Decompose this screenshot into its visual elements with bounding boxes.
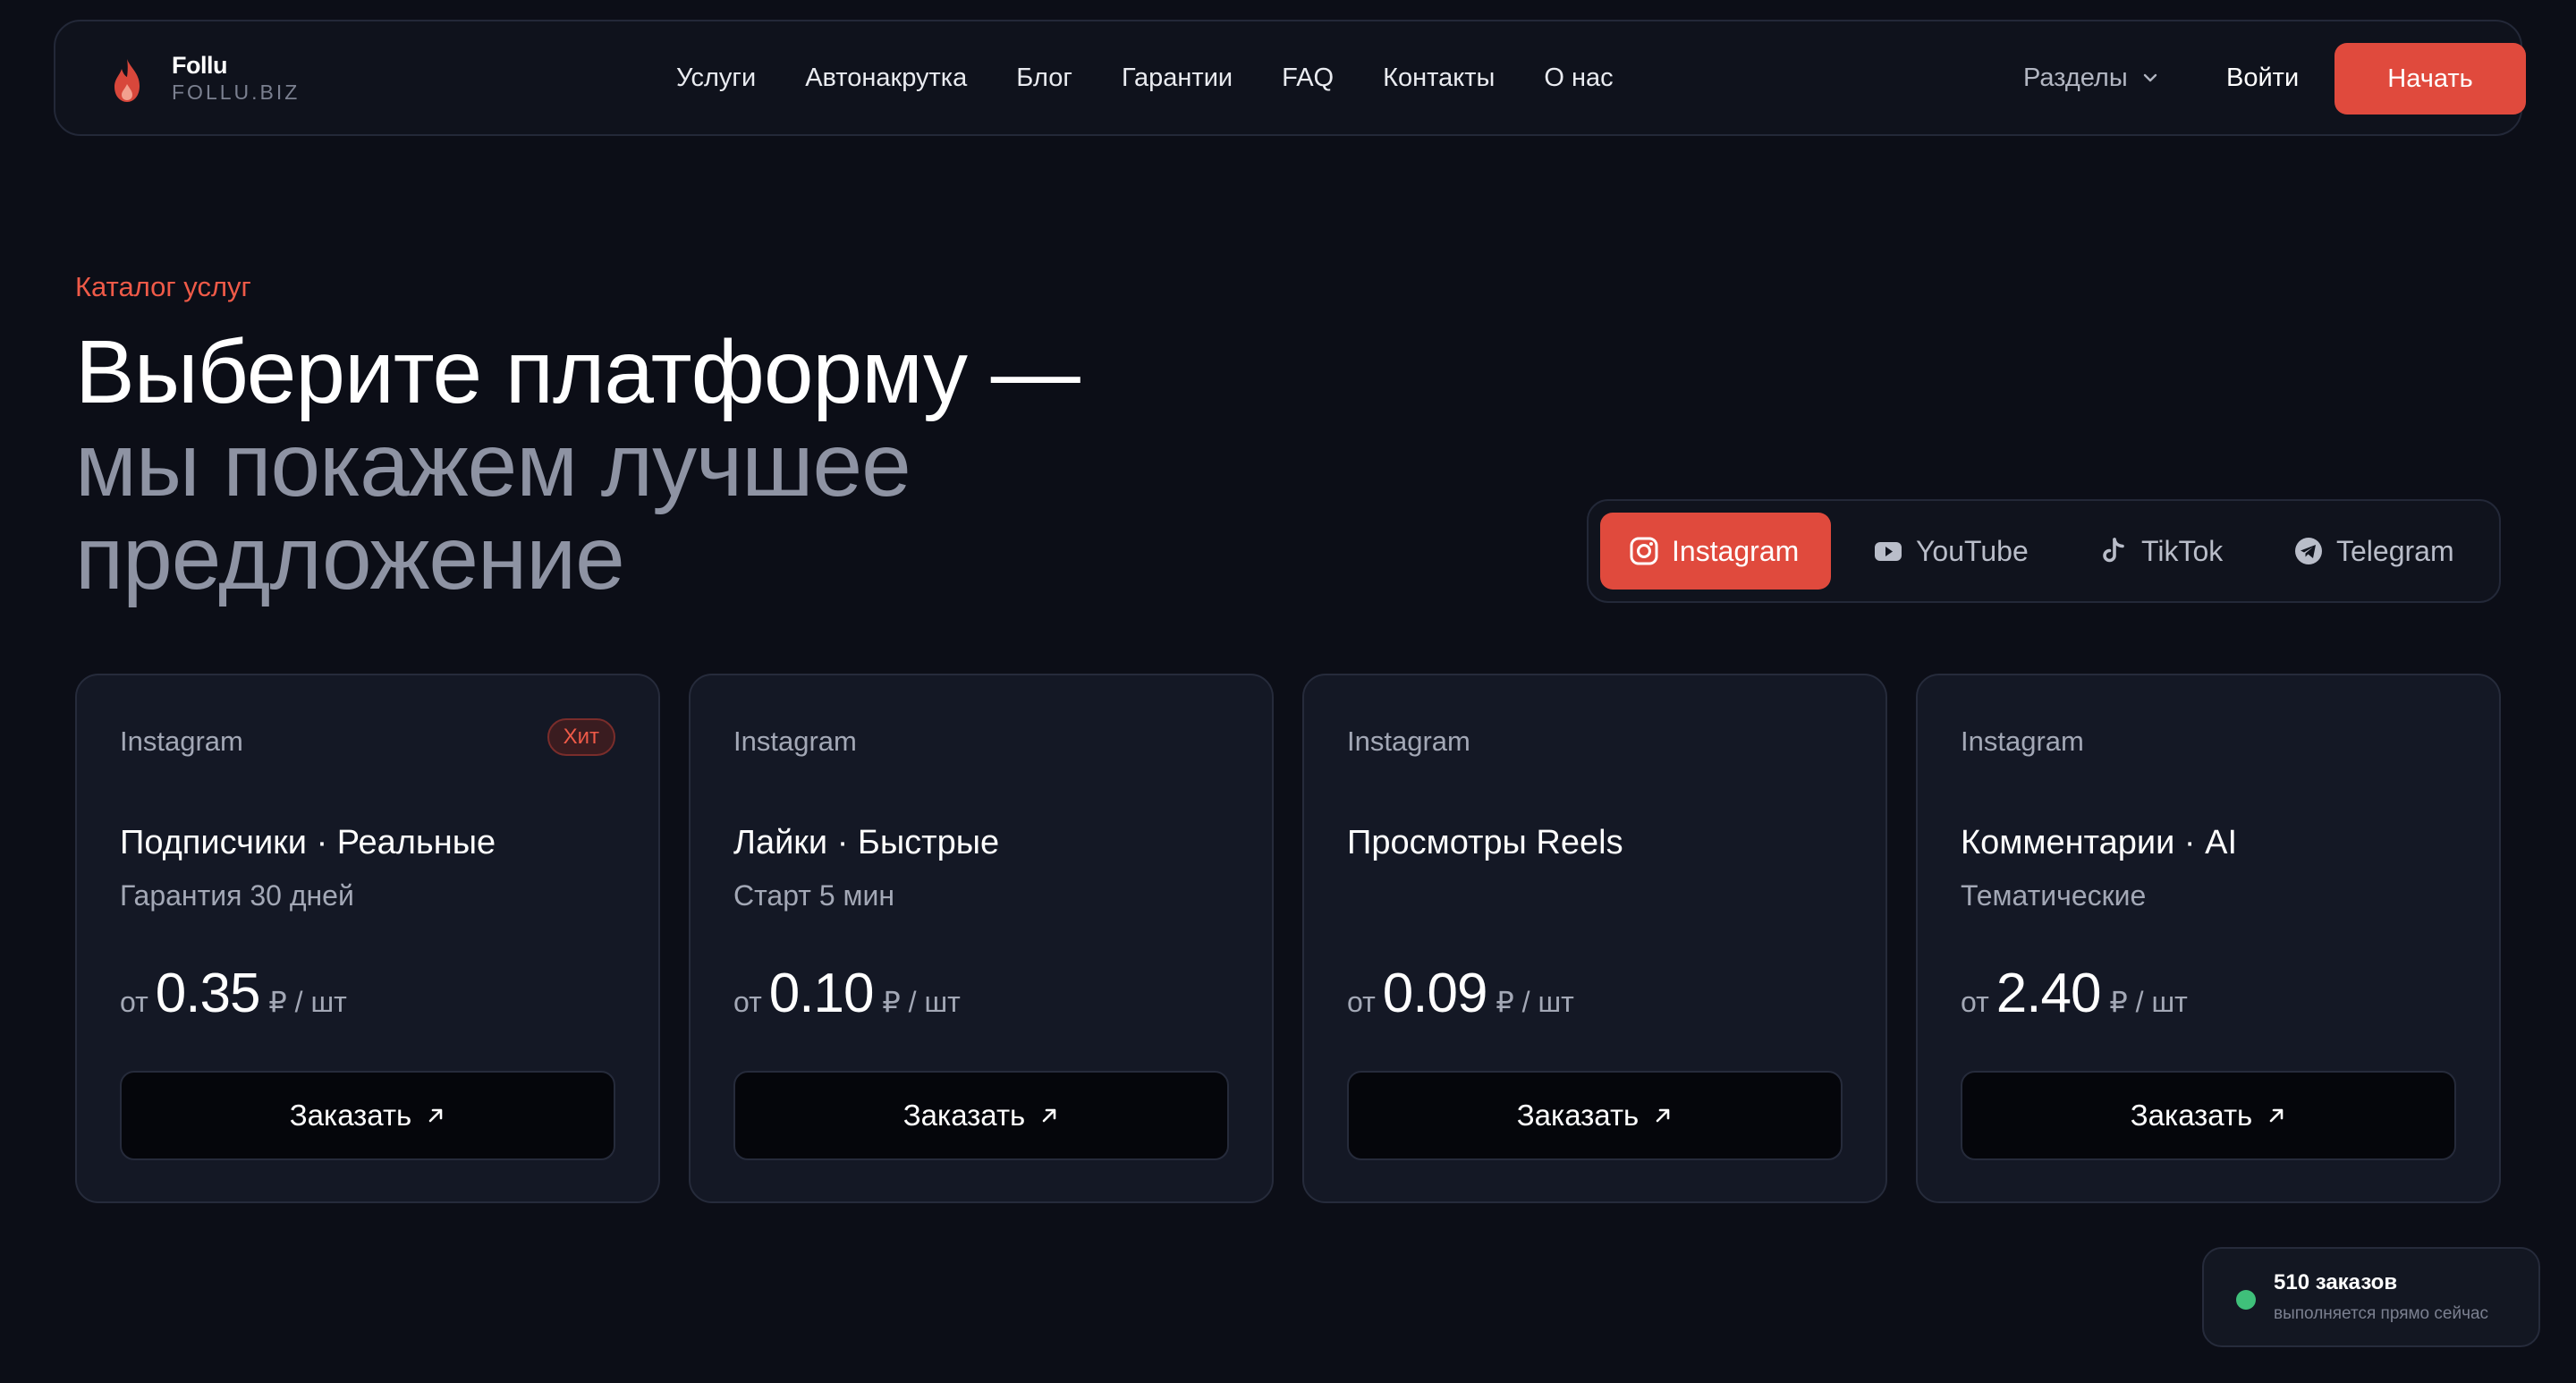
nav-link-about[interactable]: О нас — [1544, 64, 1613, 93]
price-unit: ₽ / шт — [1496, 986, 1574, 1018]
chevron-down-icon — [2143, 73, 2157, 82]
service-card: Instagram Лайки · Быстрые Старт 5 мин от… — [689, 674, 1274, 1203]
order-label: Заказать — [902, 1099, 1026, 1132]
price-prefix: от — [120, 986, 148, 1018]
tab-tiktok[interactable]: TikTok — [2098, 513, 2223, 590]
hit-badge: Хит — [547, 718, 615, 756]
card-subtitle: Гарантия 30 дней — [120, 879, 354, 912]
service-card: Instagram Хит Подписчики · Реальные Гара… — [75, 674, 660, 1203]
card-price: от 0.10 ₽ / шт — [733, 962, 961, 1025]
nav-link-services[interactable]: Услуги — [676, 64, 756, 93]
card-price: от 0.09 ₽ / шт — [1347, 962, 1574, 1025]
tiktok-icon — [2103, 538, 2124, 563]
brand-logo[interactable]: Follu FOLLU.BIZ — [111, 50, 361, 113]
card-platform: Instagram — [120, 725, 243, 757]
price-value: 0.10 — [768, 963, 875, 1024]
card-title: Просмотры Reels — [1347, 824, 1623, 861]
nav-link-guarantees[interactable]: Гарантии — [1122, 64, 1233, 93]
order-button[interactable]: Заказать — [120, 1071, 615, 1160]
card-price: от 0.35 ₽ / шт — [120, 962, 347, 1025]
tab-label: TikTok — [2141, 534, 2224, 567]
service-card: Instagram Комментарии · AI Тематические … — [1916, 674, 2501, 1203]
platform-tabs: Instagram YouTube TikTok Telegram — [1587, 499, 2501, 603]
arrow-up-right-icon — [1656, 1108, 1670, 1123]
price-value: 2.40 — [1996, 963, 2102, 1024]
live-orders-caption: выполняется прямо сейчас — [2274, 1304, 2489, 1323]
order-button[interactable]: Заказать — [733, 1071, 1229, 1160]
instagram-icon — [1630, 537, 1658, 565]
top-navbar: Follu FOLLU.BIZ Услуги Автонакрутка Блог… — [54, 20, 2526, 136]
brand-name: Follu — [172, 52, 227, 79]
tab-youtube[interactable]: YouTube — [1873, 513, 2029, 590]
tab-telegram[interactable]: Telegram — [2293, 513, 2454, 590]
card-subtitle: Тематические — [1961, 879, 2147, 912]
price-prefix: от — [733, 986, 762, 1018]
page-title: Выберите платформу — мы покажем лучшее п… — [75, 326, 1238, 605]
order-button[interactable]: Заказать — [1961, 1071, 2456, 1160]
order-label: Заказать — [2130, 1099, 2253, 1132]
sections-dropdown[interactable]: Разделы — [2023, 21, 2160, 134]
order-label: Заказать — [289, 1099, 412, 1132]
card-title: Лайки · Быстрые — [733, 824, 1000, 861]
price-prefix: от — [1961, 986, 1989, 1018]
nav-link-blog[interactable]: Блог — [1016, 64, 1072, 93]
youtube-icon — [1875, 542, 1902, 561]
arrow-up-right-icon — [1042, 1108, 1056, 1123]
main-menu: Услуги Автонакрутка Блог Гарантии FAQ Ко… — [676, 21, 1663, 134]
order-label: Заказать — [1516, 1099, 1640, 1132]
nav-link-faq[interactable]: FAQ — [1282, 64, 1334, 93]
tab-label: Instagram — [1672, 534, 1800, 567]
login-button[interactable]: Войти — [2226, 21, 2299, 134]
nav-link-autoboost[interactable]: Автонакрутка — [805, 64, 967, 93]
price-value: 0.35 — [155, 963, 261, 1024]
card-platform: Instagram — [1961, 725, 2084, 757]
price-value: 0.09 — [1382, 963, 1488, 1024]
catalog-eyebrow: Каталог услуг — [75, 271, 251, 302]
brand-domain: FOLLU.BIZ — [172, 81, 301, 104]
card-title: Подписчики · Реальные — [120, 824, 496, 861]
price-unit: ₽ / шт — [2109, 986, 2188, 1018]
arrow-up-right-icon — [2269, 1108, 2284, 1123]
live-orders-toast: 510 заказов выполняется прямо сейчас — [2202, 1247, 2540, 1347]
flame-icon — [114, 59, 140, 102]
service-card: Instagram Просмотры Reels от 0.09 ₽ / шт… — [1302, 674, 1887, 1203]
nav-link-contacts[interactable]: Контакты — [1383, 64, 1495, 93]
card-platform: Instagram — [1347, 725, 1470, 757]
start-button[interactable]: Начать — [2334, 43, 2526, 115]
live-status-dot — [2236, 1290, 2256, 1310]
price-unit: ₽ / шт — [268, 986, 347, 1018]
tab-instagram[interactable]: Instagram — [1600, 513, 1831, 590]
arrow-up-right-icon — [428, 1108, 443, 1123]
title-line-1: Выберите платформу — — [75, 322, 1080, 422]
price-unit: ₽ / шт — [882, 986, 961, 1018]
tab-label: Telegram — [2336, 534, 2454, 567]
title-line-2: мы покажем лучшее предложение — [75, 415, 911, 608]
order-button[interactable]: Заказать — [1347, 1071, 1843, 1160]
card-platform: Instagram — [733, 725, 857, 757]
card-price: от 2.40 ₽ / шт — [1961, 962, 2188, 1025]
card-subtitle: Старт 5 мин — [733, 879, 895, 912]
sections-label: Разделы — [2023, 63, 2128, 92]
telegram-icon — [2295, 538, 2322, 564]
tab-label: YouTube — [1916, 534, 2029, 567]
card-title: Комментарии · AI — [1961, 824, 2238, 861]
live-orders-count: 510 заказов — [2274, 1270, 2398, 1294]
price-prefix: от — [1347, 986, 1376, 1018]
